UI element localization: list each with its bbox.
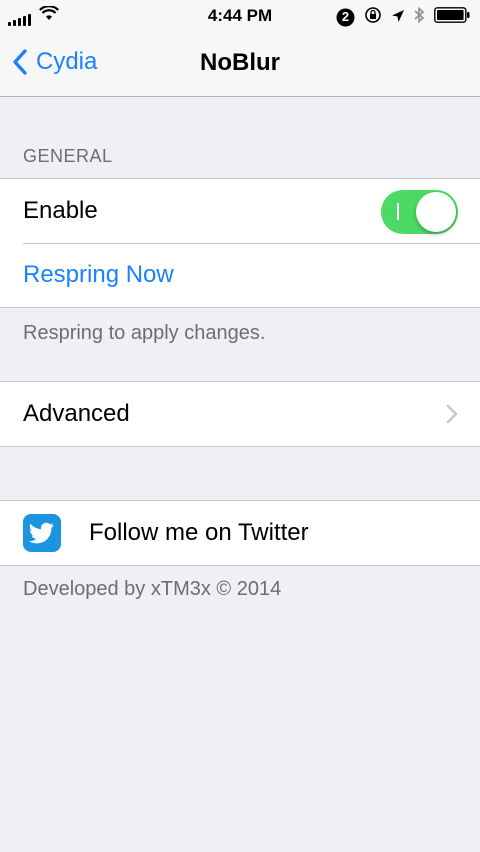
enable-cell: Enable <box>0 179 480 243</box>
respring-now-label: Respring Now <box>23 261 174 288</box>
notification-count: 2 <box>341 9 350 24</box>
enable-label: Enable <box>23 197 98 224</box>
advanced-label: Advanced <box>23 400 130 427</box>
developer-credit: Developed by xTM3x © 2014 <box>23 578 282 600</box>
enable-toggle[interactable] <box>381 190 458 234</box>
toggle-on-indicator <box>397 203 399 220</box>
twitter-bird-icon <box>23 514 61 552</box>
navigation-bar: Cydia NoBlur <box>0 32 480 97</box>
status-bar: 4:44 PM 2 <box>0 0 480 32</box>
status-right: 2 <box>336 6 470 29</box>
rotation-lock-icon <box>364 6 382 29</box>
toggle-knob <box>416 192 456 232</box>
follow-twitter-cell[interactable]: Follow me on Twitter <box>0 501 480 565</box>
respring-now-button[interactable]: Respring Now <box>0 243 480 307</box>
general-group: Enable Respring Now <box>0 178 480 308</box>
bluetooth-icon <box>414 6 425 29</box>
chevron-right-icon <box>446 404 458 424</box>
social-group: Follow me on Twitter <box>0 500 480 566</box>
advanced-cell[interactable]: Advanced <box>0 382 480 446</box>
notification-badge-icon: 2 <box>336 8 355 27</box>
advanced-group: Advanced <box>0 381 480 447</box>
follow-twitter-label: Follow me on Twitter <box>89 519 309 546</box>
general-footer: Respring to apply changes. <box>23 322 266 344</box>
battery-icon <box>434 7 470 28</box>
location-arrow-icon <box>391 8 405 28</box>
section-header-general: GENERAL <box>23 146 113 166</box>
page-title: NoBlur <box>200 49 280 76</box>
